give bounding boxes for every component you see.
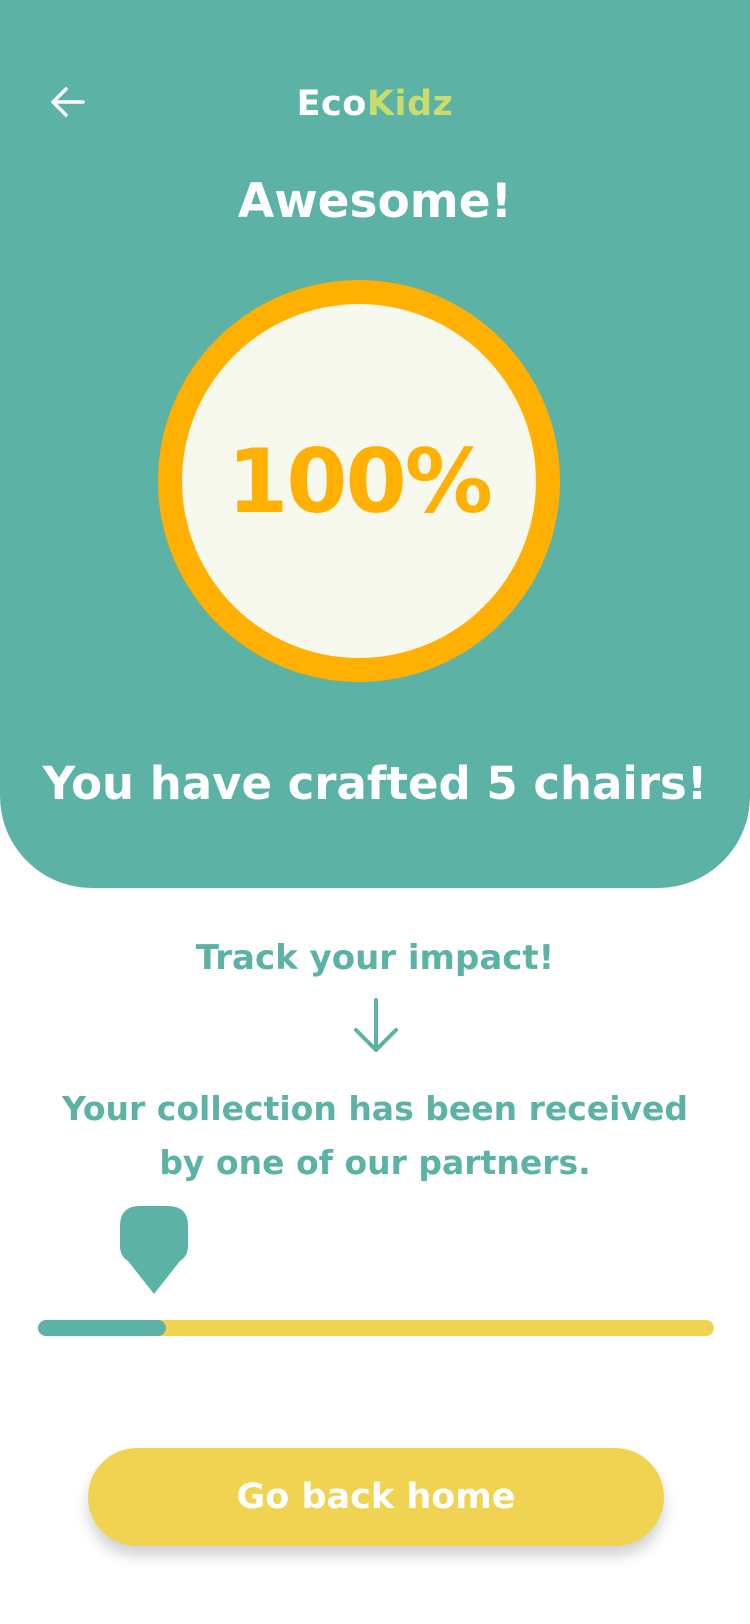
progress-percent: 100% <box>227 429 493 533</box>
track-impact-title: Track your impact! <box>195 938 555 978</box>
impact-progress-bar <box>38 1320 714 1336</box>
go-back-home-button[interactable]: Go back home <box>88 1448 664 1546</box>
progress-ring: 100% <box>158 280 560 682</box>
brand-logo: EcoKidz <box>0 80 750 128</box>
crafted-message: You have crafted 5 chairs! <box>42 757 708 810</box>
brand-logo-eco: Eco <box>296 84 367 124</box>
arrow-down-icon <box>354 998 398 1052</box>
brand-logo-kidz: Kidz <box>366 84 454 124</box>
impact-progress-fill <box>38 1320 167 1336</box>
headline: Awesome! <box>237 174 513 229</box>
location-pin-icon <box>120 1206 188 1294</box>
hero-panel: EcoKidz Awesome! 100% You have crafted 5… <box>0 0 750 888</box>
progress-ring-inner: 100% <box>182 304 536 658</box>
collection-status-message: Your collection has been received by one… <box>61 1089 689 1182</box>
